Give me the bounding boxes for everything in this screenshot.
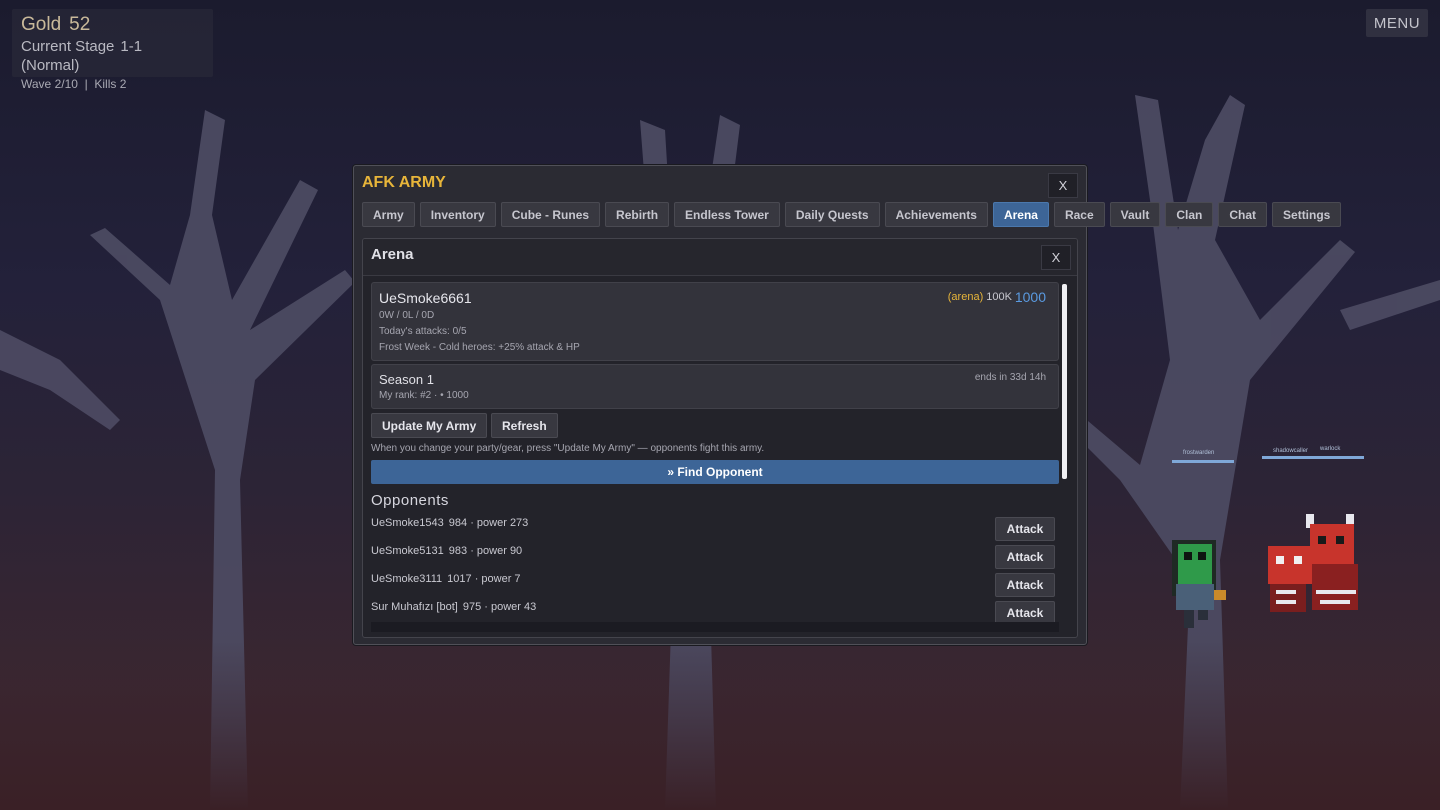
window-close-button[interactable]: X (1048, 173, 1078, 198)
stage-display: Current Stage 1-1 (Normal) (21, 37, 204, 75)
update-hint: When you change your party/gear, press "… (371, 443, 765, 454)
arena-power: 100K (986, 291, 1012, 303)
list-overflow-edge (371, 622, 1059, 632)
tab-chat[interactable]: Chat (1218, 202, 1268, 227)
stage-label: Current Stage (21, 38, 115, 55)
tab-endless-tower[interactable]: Endless Tower (674, 202, 780, 227)
arena-power-tag: (arena) 100K (948, 291, 1012, 303)
wave-kills-text: Wave 2/10 | Kills 2 (21, 77, 127, 91)
unit-name-tag: shadowcaller (1273, 448, 1309, 454)
hero-green-sprite (1172, 540, 1226, 628)
tab-cube-runes[interactable]: Cube - Runes (500, 202, 601, 227)
attack-button[interactable]: Attack (995, 517, 1055, 541)
tab-bar: Army Inventory Cube - Runes Rebirth Endl… (362, 202, 1346, 227)
tab-arena[interactable]: Arena (992, 202, 1049, 227)
tab-settings[interactable]: Settings (1272, 202, 1342, 227)
arena-close-button[interactable]: X (1041, 245, 1071, 270)
arena-panel-header: Arena X (363, 239, 1077, 276)
gold-value: 52 (69, 14, 91, 35)
tab-daily-quests[interactable]: Daily Quests (784, 202, 880, 227)
opponent-rating: 1017 (447, 573, 472, 585)
refresh-button[interactable]: Refresh (491, 413, 558, 438)
opponent-rating: 983 (448, 545, 468, 557)
opponent-power: · power 90 (470, 545, 523, 557)
unit-health-bar (1172, 460, 1234, 463)
season-rank: My rank: #2 · • 1000 (379, 390, 469, 401)
arena-label: (arena) (947, 291, 984, 303)
arena-rating: 1000 (1014, 289, 1046, 305)
enemy-demon-sprite (1268, 514, 1358, 612)
tab-army[interactable]: Army (362, 202, 415, 227)
gold-display: Gold 52 (21, 13, 204, 37)
opponent-info: UeSmoke3111 1017 · power 7 (371, 573, 521, 585)
arena-scroll-area[interactable]: UeSmoke6661 0W / 0L / 0D Today's attacks… (371, 282, 1061, 632)
game-window: AFK ARMY X Army Inventory Cube - Runes R… (353, 165, 1342, 645)
opponent-info: Sur Muhafızı [bot] 975 · power 43 (371, 601, 536, 613)
player-name: UeSmoke6661 (379, 290, 472, 306)
opponent-power: · power 273 (470, 517, 529, 529)
player-record: 0W / 0L / 0D (379, 310, 435, 321)
opponent-name: UeSmoke3111 (371, 573, 443, 585)
opponent-row: UeSmoke5131 983 · power 90 Attack (371, 545, 1059, 569)
event-modifier: Frost Week - Cold heroes: +25% attack & … (379, 342, 580, 353)
menu-button[interactable]: MENU (1366, 9, 1428, 37)
opponent-power: · power 43 (484, 601, 537, 613)
tab-clan[interactable]: Clan (1165, 202, 1214, 227)
unit-health-bar (1262, 456, 1364, 459)
opponent-row: UeSmoke3111 1017 · power 7 Attack (371, 573, 1059, 597)
opponent-name: UeSmoke5131 (371, 545, 444, 557)
season-name: Season 1 (379, 372, 434, 387)
attack-button[interactable]: Attack (995, 573, 1055, 597)
opponent-name: UeSmoke1543 (371, 517, 444, 529)
opponent-power: · power 7 (474, 573, 521, 585)
window-title: AFK ARMY (362, 174, 446, 191)
opponent-rating: 984 (448, 517, 468, 529)
opponent-info: UeSmoke1543 984 · power 273 (371, 517, 528, 529)
arena-scrollbar[interactable] (1062, 284, 1067, 479)
tab-vault[interactable]: Vault (1109, 202, 1161, 227)
find-opponent-button[interactable]: » Find Opponent (371, 460, 1059, 484)
arena-panel: Arena X UeSmoke6661 0W / 0L / 0D Today's… (362, 238, 1078, 638)
season-ends: ends in 33d 14h (974, 372, 1046, 383)
gold-label: Gold (21, 14, 62, 35)
opponents-title: Opponents (371, 492, 449, 509)
unit-name-tag: warlock (1320, 446, 1341, 452)
opponent-row: UeSmoke1543 984 · power 273 Attack (371, 517, 1059, 541)
resource-hud: Gold 52 Current Stage 1-1 (Normal) Wave 2/… (12, 9, 213, 91)
tab-inventory[interactable]: Inventory (419, 202, 496, 227)
tab-achievements[interactable]: Achievements (884, 202, 988, 227)
opponent-info: UeSmoke5131 983 · power 90 (371, 545, 522, 557)
unit-name-tag: frostwarden (1183, 450, 1215, 456)
tab-rebirth[interactable]: Rebirth (605, 202, 670, 227)
season-card: Season 1 My rank: #2 · • 1000 ends in 33… (371, 364, 1059, 409)
tab-race[interactable]: Race (1053, 202, 1105, 227)
player-attacks: Today's attacks: 0/5 (379, 326, 467, 337)
attack-button[interactable]: Attack (995, 545, 1055, 569)
update-army-button[interactable]: Update My Army (371, 413, 488, 438)
arena-panel-title: Arena (371, 246, 414, 263)
player-card: UeSmoke6661 0W / 0L / 0D Today's attacks… (371, 282, 1059, 361)
opponent-name: Sur Muhafızı [bot] (371, 601, 458, 613)
opponent-rating: 975 (462, 601, 482, 613)
